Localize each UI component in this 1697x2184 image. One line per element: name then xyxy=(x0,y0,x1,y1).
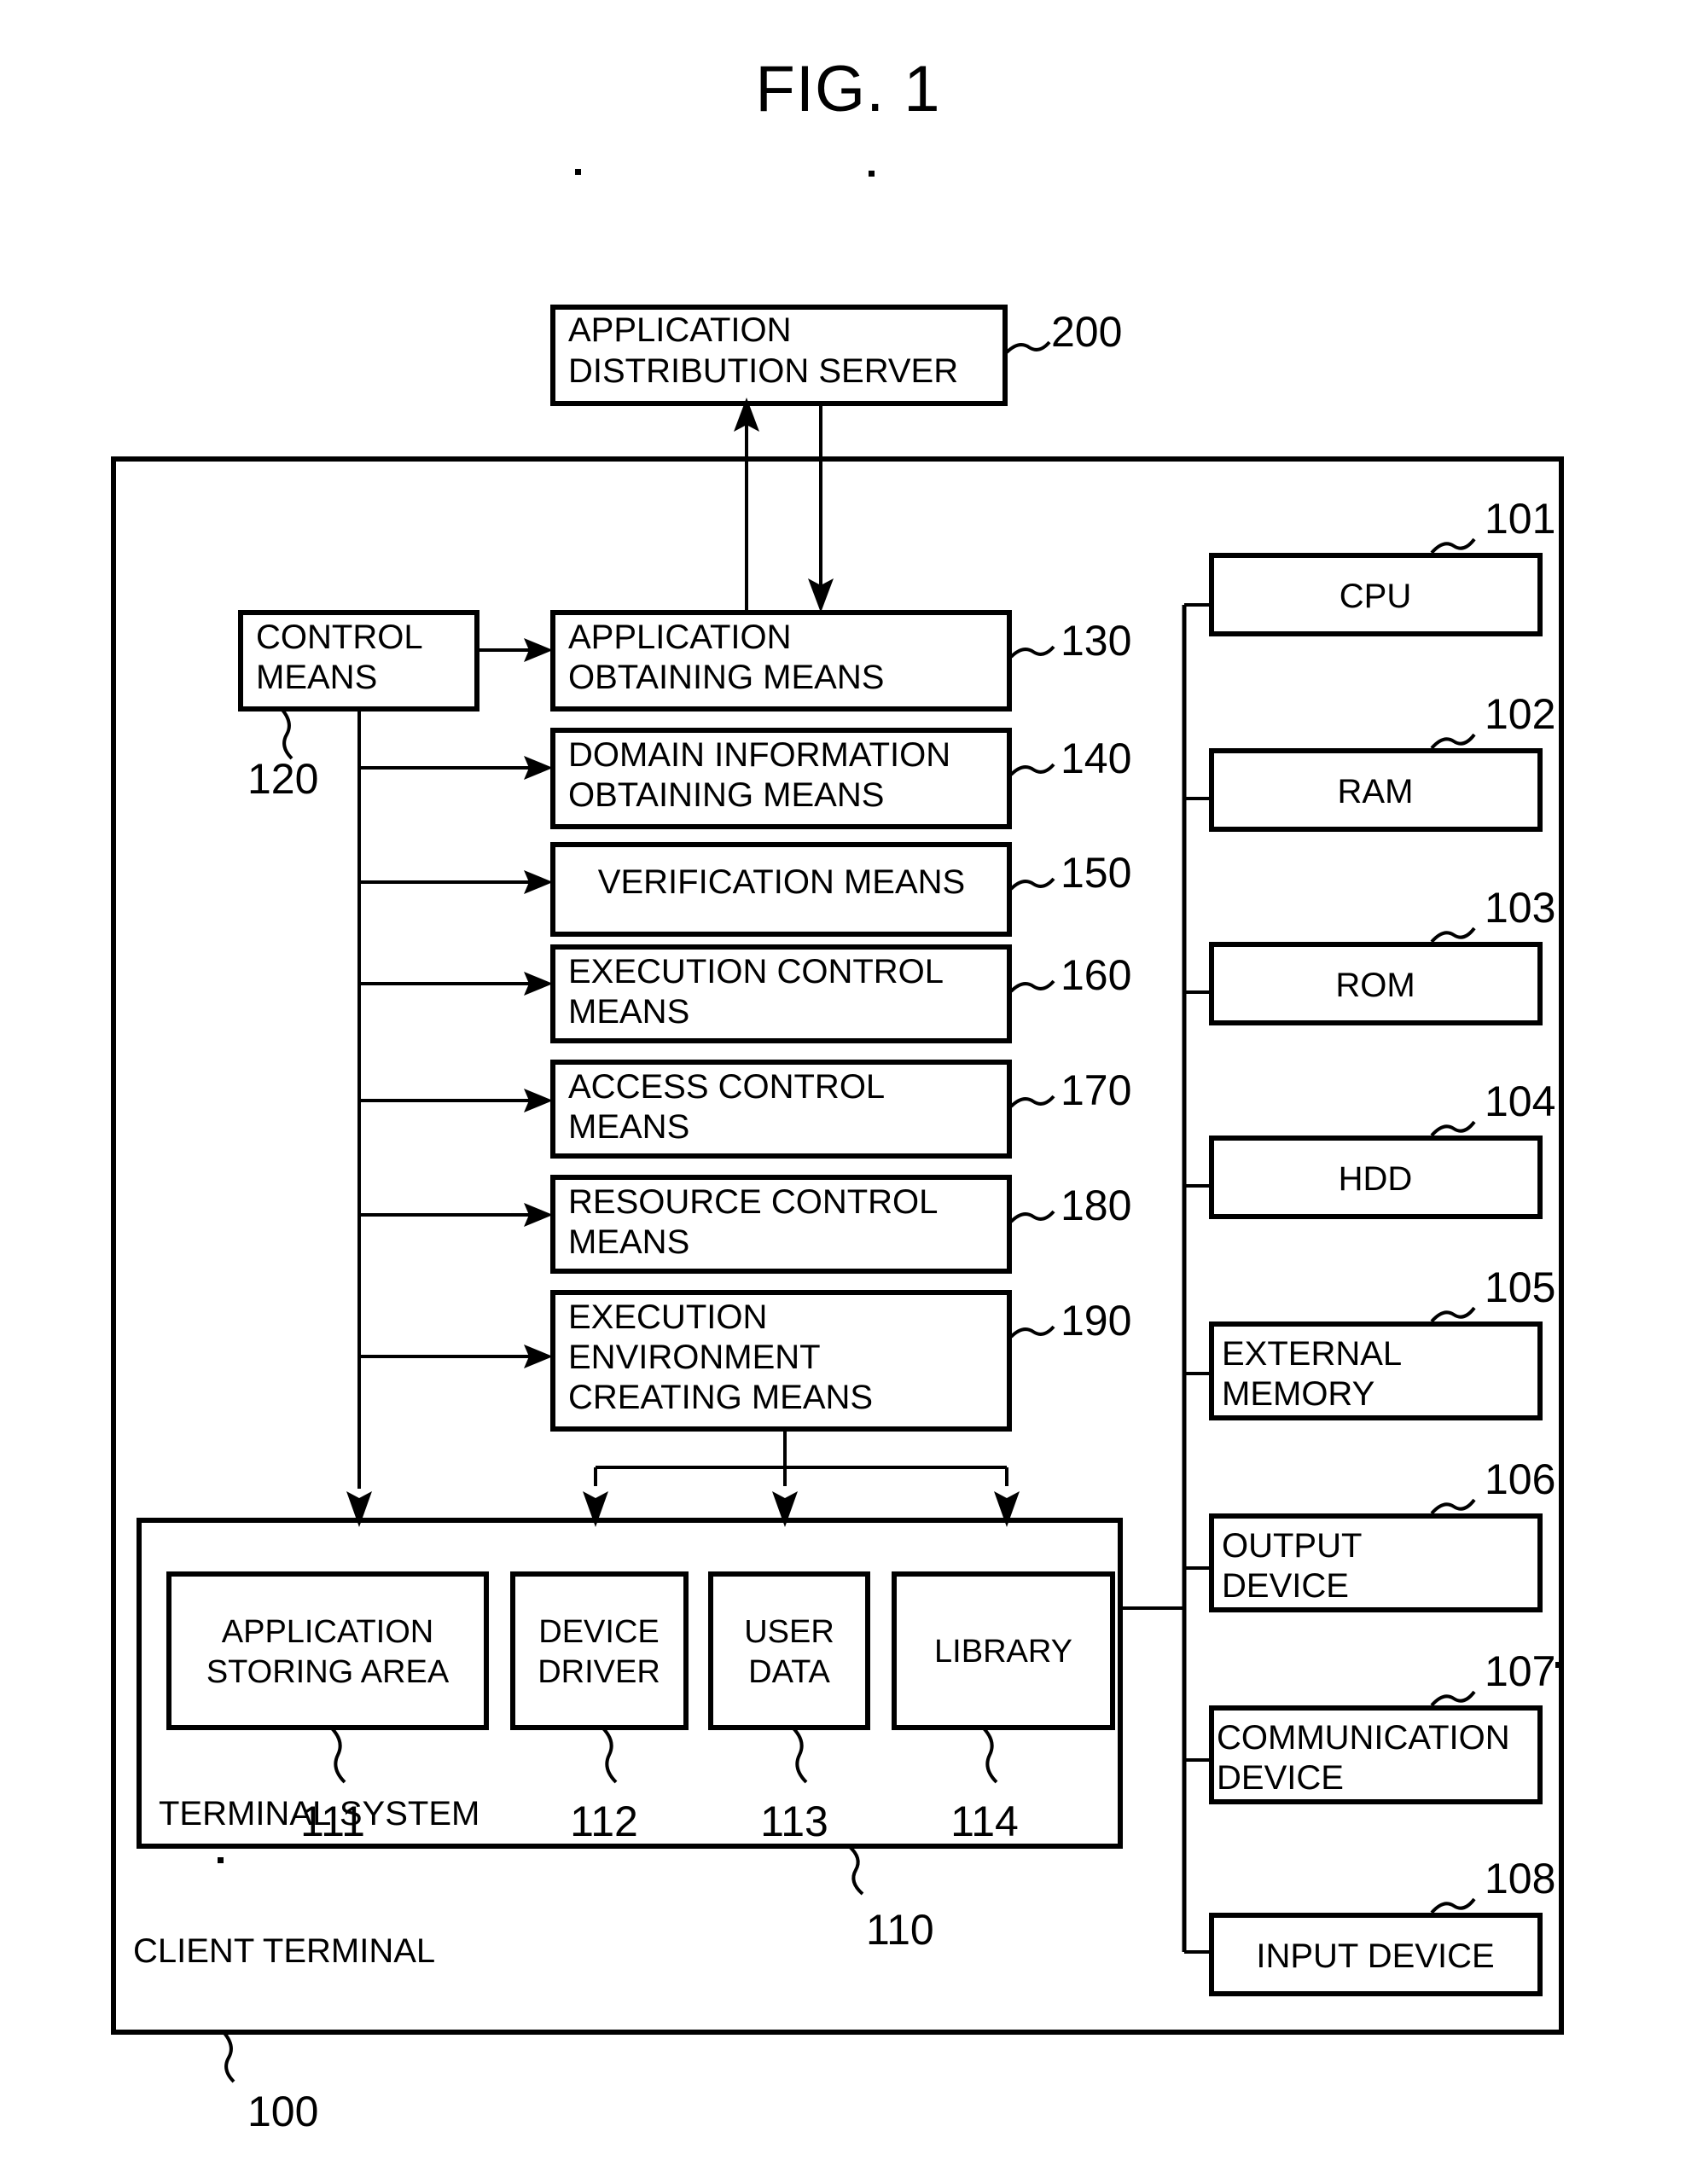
leader-103 xyxy=(1430,926,1476,944)
leader-140 xyxy=(1009,763,1055,776)
leader-170 xyxy=(1009,1095,1055,1108)
ref-number-170: 170 xyxy=(1061,1066,1131,1114)
leader-100 xyxy=(222,2030,235,2083)
leader-101 xyxy=(1430,537,1476,555)
ref-number-200: 200 xyxy=(1051,308,1122,356)
block-170-line1: ACCESS CONTROL xyxy=(568,1068,885,1106)
block-180-line1: RESOURCE CONTROL xyxy=(568,1183,938,1221)
leader-180 xyxy=(1009,1210,1055,1223)
application-storing-area-box xyxy=(166,1571,489,1730)
patent-figure-page: FIG. 1 APPLICATION DISTRIBUTION SERVER 2… xyxy=(0,0,1697,2184)
ref-number-180: 180 xyxy=(1061,1182,1131,1229)
item-114-line1: LIBRARY xyxy=(934,1634,1072,1670)
figure-canvas: FIG. 1 APPLICATION DISTRIBUTION SERVER 2… xyxy=(111,53,1564,2135)
hw-104-line1: HDD xyxy=(1339,1160,1413,1198)
ref-number-140: 140 xyxy=(1061,735,1131,782)
ref-number-112: 112 xyxy=(570,1798,638,1845)
item-111-line1: APPLICATION xyxy=(222,1614,433,1650)
ref-number-120: 120 xyxy=(247,755,318,803)
ref-number-113: 113 xyxy=(760,1798,828,1845)
block-160-line2: MEANS xyxy=(568,993,689,1031)
server-label-line1: APPLICATION xyxy=(568,311,792,349)
client-terminal-label: CLIENT TERMINAL xyxy=(133,1932,435,1970)
scan-speck xyxy=(575,169,581,175)
item-112-line2: DRIVER xyxy=(538,1654,660,1690)
user-data-box xyxy=(708,1571,870,1730)
ref-number-130: 130 xyxy=(1061,617,1131,665)
leader-105 xyxy=(1430,1306,1476,1323)
hw-101-line1: CPU xyxy=(1340,578,1411,615)
hw-106-line1: OUTPUT xyxy=(1222,1527,1362,1565)
leader-108 xyxy=(1430,1897,1476,1914)
control-means-line2: MEANS xyxy=(256,659,377,696)
hw-105-line2: MEMORY xyxy=(1222,1375,1374,1413)
block-140-line1: DOMAIN INFORMATION xyxy=(568,736,950,774)
ref-number-160: 160 xyxy=(1061,951,1131,999)
leader-102 xyxy=(1430,733,1476,750)
item-113-line2: DATA xyxy=(748,1654,830,1690)
block-130-line1: APPLICATION xyxy=(568,619,792,656)
hw-108-line1: INPUT DEVICE xyxy=(1256,1937,1494,1975)
leader-106 xyxy=(1430,1498,1476,1515)
leader-190 xyxy=(1009,1325,1055,1339)
item-111-line2: STORING AREA xyxy=(206,1654,450,1690)
leader-110 xyxy=(847,1844,864,1896)
ref-number-101: 101 xyxy=(1485,495,1555,543)
block-190-line1: EXECUTION xyxy=(568,1298,767,1336)
scan-speck xyxy=(869,171,875,177)
ref-number-150: 150 xyxy=(1061,849,1131,897)
block-140-line2: OBTAINING MEANS xyxy=(568,776,884,814)
item-113-line1: USER xyxy=(744,1614,834,1650)
block-160-line1: EXECUTION CONTROL xyxy=(568,953,944,990)
leader-113 xyxy=(791,1726,808,1784)
hw-105-line1: EXTERNAL xyxy=(1222,1335,1402,1373)
leader-114 xyxy=(981,1726,998,1784)
ref-number-190: 190 xyxy=(1061,1297,1131,1345)
hw-106-line2: DEVICE xyxy=(1222,1567,1349,1605)
block-170-line2: MEANS xyxy=(568,1108,689,1146)
leader-111 xyxy=(329,1726,346,1784)
leader-107 xyxy=(1430,1690,1476,1707)
ref-number-114: 114 xyxy=(950,1798,1019,1845)
ref-number-100: 100 xyxy=(247,2088,318,2135)
leader-130 xyxy=(1009,645,1055,659)
hw-107-line2: DEVICE xyxy=(1217,1759,1344,1797)
block-190-line3: CREATING MEANS xyxy=(568,1379,873,1416)
leader-150 xyxy=(1009,877,1055,891)
ref-number-103: 103 xyxy=(1485,884,1555,932)
ref-number-106: 106 xyxy=(1485,1455,1555,1503)
block-180-line2: MEANS xyxy=(568,1223,689,1261)
figure-title: FIG. 1 xyxy=(755,53,940,125)
item-112-line1: DEVICE xyxy=(538,1614,659,1650)
block-190-line2: ENVIRONMENT xyxy=(568,1339,821,1376)
leader-104 xyxy=(1430,1120,1476,1137)
ref-number-104: 104 xyxy=(1485,1077,1555,1125)
leader-112 xyxy=(601,1726,618,1784)
ref-number-108: 108 xyxy=(1485,1855,1555,1902)
leader-120 xyxy=(280,707,293,760)
block-150-line1: VERIFICATION MEANS xyxy=(598,863,965,901)
hw-107-line1: COMMUNICATION xyxy=(1217,1719,1510,1757)
leader-200 xyxy=(1005,340,1051,354)
ref-number-110: 110 xyxy=(866,1906,934,1954)
server-label-line2: DISTRIBUTION SERVER xyxy=(568,352,958,390)
ref-number-111: 111 xyxy=(300,1798,365,1845)
hw-102-line1: RAM xyxy=(1338,773,1414,810)
control-means-line1: CONTROL xyxy=(256,619,423,656)
device-driver-box xyxy=(510,1571,689,1730)
block-130-line2: OBTAINING MEANS xyxy=(568,659,884,696)
ref-number-107: 107 xyxy=(1485,1647,1555,1695)
ref-number-102: 102 xyxy=(1485,690,1555,738)
hw-103-line1: ROM xyxy=(1335,967,1415,1004)
leader-160 xyxy=(1009,979,1055,993)
scan-speck xyxy=(218,1857,224,1863)
ref-number-105: 105 xyxy=(1485,1263,1555,1311)
